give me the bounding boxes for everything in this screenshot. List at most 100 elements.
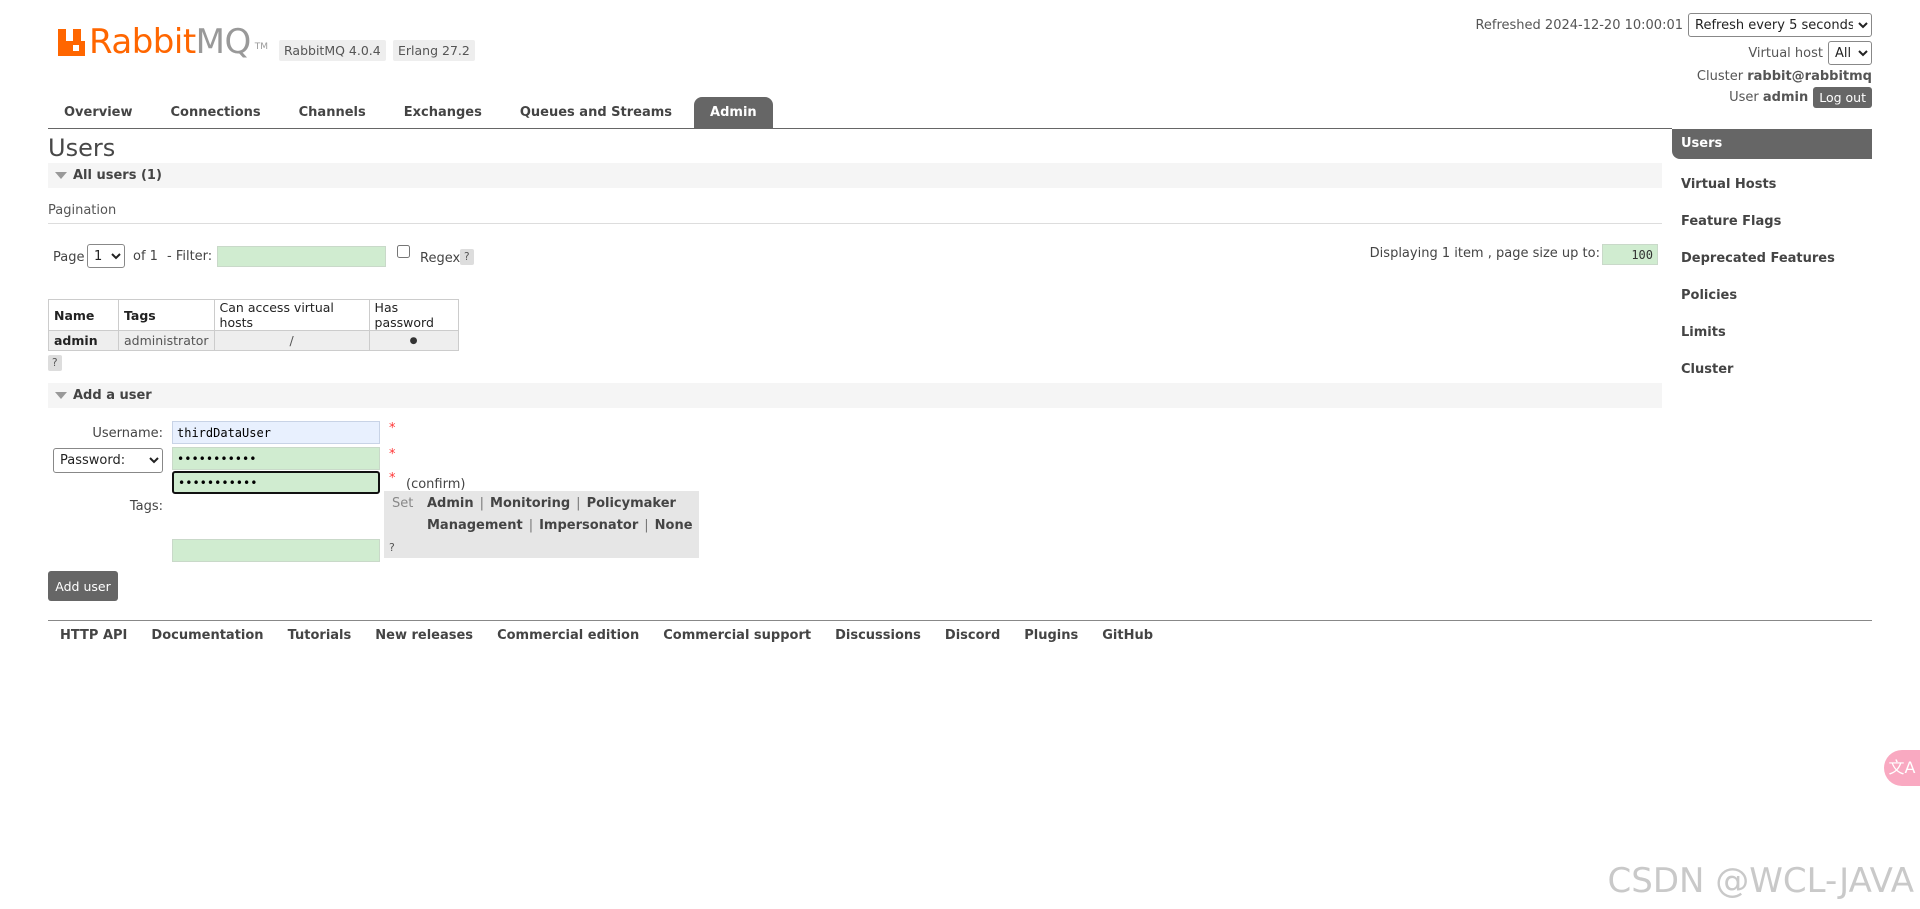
user-has-password-cell: ● [368, 330, 459, 351]
refresh-interval-select[interactable]: Refresh every 5 seconds [1688, 13, 1872, 37]
tab-divider [48, 128, 1672, 129]
username-label: Username: [92, 426, 163, 441]
footer-links: HTTP API Documentation Tutorials New rel… [48, 628, 1165, 644]
tags-help-button[interactable]: ? [389, 541, 395, 554]
footer-link-http-api[interactable]: HTTP API [48, 628, 139, 644]
tag-impersonator-link[interactable]: Impersonator [539, 518, 638, 533]
logo-rabbit-text: Rabbit [89, 22, 196, 62]
page-label: Page [53, 250, 85, 265]
password-input[interactable] [172, 447, 380, 470]
user-tags-cell: administrator [118, 330, 215, 351]
page-title: Users [48, 134, 116, 162]
page-size-input[interactable] [1602, 244, 1658, 265]
tab-admin[interactable]: Admin [694, 97, 773, 128]
filter-label: - Filter: [167, 249, 213, 264]
footer-link-github[interactable]: GitHub [1090, 628, 1165, 644]
collapse-triangle-icon [55, 172, 67, 179]
rabbitmq-logo-icon [58, 29, 85, 56]
required-mark: * [389, 421, 396, 436]
tab-overview[interactable]: Overview [48, 97, 149, 128]
current-user: admin [1762, 90, 1809, 105]
sidebar-item-policies[interactable]: Policies [1672, 277, 1872, 314]
footer-link-plugins[interactable]: Plugins [1012, 628, 1090, 644]
page-of-label: of 1 [133, 249, 158, 264]
logo-mq-text: MQ [195, 22, 252, 62]
translate-icon[interactable]: 文A [1884, 750, 1920, 786]
tab-exchanges[interactable]: Exchanges [388, 97, 498, 128]
password-confirm-input[interactable] [172, 471, 380, 494]
sidebar-item-users[interactable]: Users [1672, 129, 1872, 159]
pagination-row: Page 1 of 1 - Filter: Regex ? Displaying… [48, 244, 1662, 270]
column-header-vhosts: Can access virtual hosts [213, 299, 370, 331]
all-users-section-toggle[interactable]: All users (1) [48, 163, 1662, 188]
required-mark: * [389, 471, 396, 486]
tab-queues-and-streams[interactable]: Queues and Streams [504, 97, 688, 128]
user-label: User [1729, 90, 1759, 105]
sidebar-item-feature-flags[interactable]: Feature Flags [1672, 203, 1872, 240]
logout-button[interactable]: Log out [1813, 87, 1872, 108]
regex-checkbox[interactable] [397, 245, 410, 258]
displaying-label: Displaying 1 item , page size up to: [1369, 246, 1600, 261]
sidebar-item-limits[interactable]: Limits [1672, 314, 1872, 351]
cluster-name: rabbit@rabbitmq [1747, 69, 1872, 84]
all-users-section-title: All users (1) [73, 168, 162, 183]
table-help-button[interactable]: ? [48, 355, 62, 371]
table-row[interactable]: admin administrator / ● [48, 330, 459, 351]
tag-shortcuts-box: Set Admin | Monitoring | Policymaker Managem… [384, 491, 699, 558]
tags-set-label: Set [392, 496, 414, 511]
footer-divider [48, 620, 1872, 621]
regex-label: Regex [420, 251, 461, 266]
tag-none-link[interactable]: None [655, 518, 693, 533]
footer-link-tutorials[interactable]: Tutorials [276, 628, 364, 644]
tab-connections[interactable]: Connections [155, 97, 277, 128]
tag-admin-link[interactable]: Admin [427, 496, 474, 511]
user-name-cell[interactable]: admin [48, 330, 119, 351]
admin-sidebar: Users Virtual Hosts Feature Flags Deprec… [1672, 129, 1872, 388]
footer-link-documentation[interactable]: Documentation [139, 628, 275, 644]
rabbitmq-logo: RabbitMQ TM [58, 22, 268, 62]
password-type-select[interactable]: Password: [53, 448, 163, 473]
tab-channels[interactable]: Channels [283, 97, 382, 128]
page-select[interactable]: 1 [87, 244, 125, 268]
footer-link-commercial-support[interactable]: Commercial support [651, 628, 823, 644]
virtual-host-label: Virtual host [1748, 45, 1823, 61]
footer-link-new-releases[interactable]: New releases [363, 628, 485, 644]
collapse-triangle-icon [55, 392, 67, 399]
add-user-section-toggle[interactable]: Add a user [48, 383, 1662, 408]
logo-tm-text: TM [254, 42, 269, 52]
pagination-label: Pagination [48, 203, 117, 218]
status-panel: Refreshed 2024-12-20 10:00:01 Refresh ev… [1475, 12, 1872, 108]
tags-input[interactable] [172, 539, 380, 562]
cluster-label: Cluster [1696, 69, 1744, 84]
confirm-label: (confirm) [406, 477, 466, 492]
tag-policymaker-link[interactable]: Policymaker [587, 496, 676, 511]
add-user-section-title: Add a user [73, 388, 152, 403]
footer-link-discord[interactable]: Discord [933, 628, 1012, 644]
tags-label: Tags: [129, 499, 163, 514]
sidebar-item-cluster[interactable]: Cluster [1672, 351, 1872, 388]
tag-monitoring-link[interactable]: Monitoring [490, 496, 570, 511]
virtual-host-select[interactable]: All [1828, 41, 1872, 65]
footer-link-commercial-edition[interactable]: Commercial edition [485, 628, 651, 644]
sidebar-item-virtual-hosts[interactable]: Virtual Hosts [1672, 166, 1872, 203]
required-mark: * [389, 447, 396, 462]
column-header-has-password: Has password [368, 299, 459, 331]
filter-input[interactable] [217, 246, 386, 267]
sidebar-item-deprecated-features[interactable]: Deprecated Features [1672, 240, 1872, 277]
column-header-name: Name [48, 299, 119, 331]
csdn-watermark: CSDN @WCL-JAVA [1607, 861, 1914, 901]
erlang-version-badge: Erlang 27.2 [393, 40, 475, 61]
tag-management-link[interactable]: Management [427, 518, 523, 533]
pagination-divider [48, 223, 1662, 224]
footer-link-discussions[interactable]: Discussions [823, 628, 933, 644]
username-input[interactable] [172, 421, 380, 444]
refreshed-label: Refreshed 2024-12-20 10:00:01 [1475, 17, 1683, 33]
rabbitmq-version-badge: RabbitMQ 4.0.4 [279, 40, 386, 61]
users-table: Name Tags Can access virtual hosts Has p… [48, 299, 459, 351]
main-tabs: Overview Connections Channels Exchanges … [48, 97, 779, 128]
add-user-button[interactable]: Add user [48, 571, 118, 601]
regex-help-button[interactable]: ? [460, 249, 474, 265]
table-header-row: Name Tags Can access virtual hosts Has p… [48, 299, 459, 331]
user-vhosts-cell: / [213, 330, 370, 351]
column-header-tags: Tags [118, 299, 215, 331]
